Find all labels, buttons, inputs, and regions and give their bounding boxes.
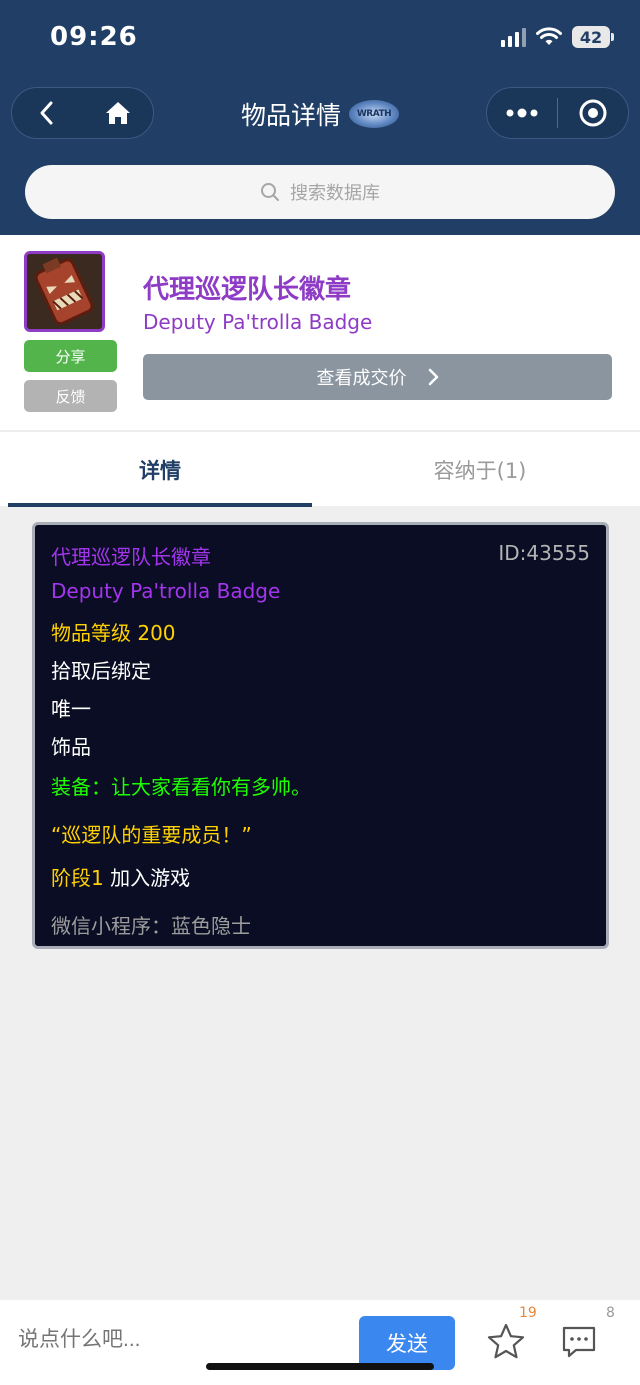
comment-icon[interactable] (560, 1324, 598, 1360)
battery-icon: 42 (572, 26, 614, 48)
status-time: 09:26 (50, 22, 138, 52)
badge-mask-icon (27, 254, 102, 329)
star-count: 19 (519, 1305, 537, 1321)
item-tooltip: 代理巡逻队长徽章 ID:43555 Deputy Pa'trolla Badge… (32, 522, 609, 949)
wrath-logo: WRATH (349, 100, 399, 128)
status-icons: 42 (501, 26, 614, 48)
tooltip-item-level: 物品等级 200 (51, 621, 176, 645)
tooltip-phase: 阶段1 加入游戏 (51, 862, 190, 891)
chevron-right-icon (428, 368, 438, 386)
bottom-bar: 发送 19 8 (0, 1300, 640, 1385)
close-miniprogram-button[interactable] (558, 88, 628, 138)
share-button[interactable]: 分享 (24, 340, 117, 372)
nav-right-capsule (486, 87, 629, 139)
tooltip-flavor-text: “巡逻队的重要成员！” (51, 823, 252, 847)
feedback-button[interactable]: 反馈 (24, 380, 117, 412)
tooltip-name-en: Deputy Pa'trolla Badge (51, 579, 281, 603)
send-button[interactable]: 发送 (359, 1316, 455, 1370)
tooltip-slot: 饰品 (51, 735, 91, 759)
tab-details[interactable]: 详情 (8, 432, 312, 507)
tooltip-source: 微信小程序：蓝色隐士 (51, 914, 251, 938)
header: 09:26 42 物品详情 WRATH 搜索数据库 (0, 0, 640, 235)
item-icon (24, 251, 105, 332)
page-title: 物品详情 (240, 101, 341, 130)
item-name-en: Deputy Pa'trolla Badge (143, 310, 373, 334)
view-price-label: 查看成交价 (316, 368, 407, 389)
home-indicator (206, 1363, 434, 1370)
wifi-icon (536, 27, 562, 45)
search-icon (261, 183, 279, 201)
more-button[interactable] (487, 88, 557, 138)
tab-bar: 详情 容纳于(1) (0, 431, 640, 507)
tooltip-phase-label: 阶段1 (51, 866, 104, 890)
comment-count: 8 (606, 1305, 615, 1321)
tooltip-phase-value: 加入游戏 (110, 866, 191, 890)
item-panel: 分享 反馈 代理巡逻队长徽章 Deputy Pa'trolla Badge 查看… (0, 235, 640, 430)
comment-input[interactable] (18, 1328, 338, 1352)
search-placeholder: 搜索数据库 (290, 183, 380, 204)
star-icon[interactable] (486, 1322, 526, 1362)
tooltip-equip-effect: 装备：让大家看看你有多帅。 (51, 775, 311, 799)
tooltip-item-id: ID:43555 (498, 541, 590, 565)
target-circle-icon (579, 99, 607, 127)
more-dots-icon (506, 108, 538, 118)
tab-contained-in[interactable]: 容纳于(1) (328, 432, 632, 507)
cellular-signal-icon (501, 27, 526, 47)
search-bar[interactable]: 搜索数据库 (25, 165, 615, 219)
tooltip-name-cn: 代理巡逻队长徽章 (51, 545, 211, 569)
tooltip-binding: 拾取后绑定 (51, 659, 151, 683)
view-price-button[interactable]: 查看成交价 (143, 354, 612, 400)
item-name-cn: 代理巡逻队长徽章 (143, 275, 352, 305)
tooltip-unique: 唯一 (51, 697, 91, 721)
